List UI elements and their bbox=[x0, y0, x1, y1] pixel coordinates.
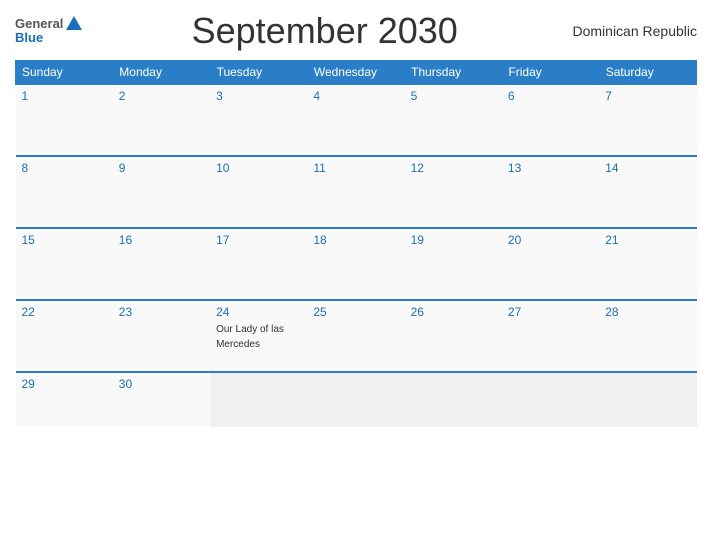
calendar-day-cell: 22 bbox=[16, 300, 113, 372]
calendar-day-cell: 3 bbox=[210, 84, 307, 156]
header-friday: Friday bbox=[502, 61, 599, 85]
day-number: 28 bbox=[605, 305, 690, 319]
day-number: 10 bbox=[216, 161, 301, 175]
calendar-day-cell: 20 bbox=[502, 228, 599, 300]
calendar-day-cell: 30 bbox=[113, 372, 210, 427]
calendar-day-cell: 13 bbox=[502, 156, 599, 228]
day-number: 2 bbox=[119, 89, 204, 103]
day-number: 20 bbox=[508, 233, 593, 247]
calendar-day-cell: 14 bbox=[599, 156, 696, 228]
weekday-header-row: Sunday Monday Tuesday Wednesday Thursday… bbox=[16, 61, 697, 85]
calendar-day-cell: 27 bbox=[502, 300, 599, 372]
day-number: 21 bbox=[605, 233, 690, 247]
calendar-day-cell: 18 bbox=[307, 228, 404, 300]
day-number: 24 bbox=[216, 305, 301, 319]
day-number: 6 bbox=[508, 89, 593, 103]
calendar-day-cell: 6 bbox=[502, 84, 599, 156]
calendar-day-cell: 16 bbox=[113, 228, 210, 300]
calendar-day-cell: 23 bbox=[113, 300, 210, 372]
calendar-day-cell: 9 bbox=[113, 156, 210, 228]
day-number: 22 bbox=[22, 305, 107, 319]
day-number: 29 bbox=[22, 377, 107, 391]
header-saturday: Saturday bbox=[599, 61, 696, 85]
day-number: 8 bbox=[22, 161, 107, 175]
day-number: 15 bbox=[22, 233, 107, 247]
day-number: 9 bbox=[119, 161, 204, 175]
calendar-container: General Blue September 2030 Dominican Re… bbox=[0, 0, 712, 550]
day-number: 5 bbox=[411, 89, 496, 103]
calendar-day-cell: 28 bbox=[599, 300, 696, 372]
logo-triangle-icon bbox=[66, 16, 82, 30]
calendar-day-cell: 29 bbox=[16, 372, 113, 427]
header-tuesday: Tuesday bbox=[210, 61, 307, 85]
calendar-day-cell bbox=[599, 372, 696, 427]
calendar-title: September 2030 bbox=[82, 10, 567, 52]
calendar-day-cell: 5 bbox=[405, 84, 502, 156]
calendar-day-cell: 17 bbox=[210, 228, 307, 300]
header-wednesday: Wednesday bbox=[307, 61, 404, 85]
logo: General Blue bbox=[15, 16, 82, 45]
calendar-day-cell bbox=[502, 372, 599, 427]
week-row-4: 22 23 24 Our Lady of las Mercedes 25 26 27 28 bbox=[16, 300, 697, 372]
calendar-day-cell: 26 bbox=[405, 300, 502, 372]
logo-general-text: General bbox=[15, 17, 63, 31]
calendar-day-cell: 7 bbox=[599, 84, 696, 156]
calendar-day-cell: 12 bbox=[405, 156, 502, 228]
calendar-day-cell: 25 bbox=[307, 300, 404, 372]
calendar-header: General Blue September 2030 Dominican Re… bbox=[15, 10, 697, 52]
calendar-day-cell: 10 bbox=[210, 156, 307, 228]
day-number: 18 bbox=[313, 233, 398, 247]
day-number: 7 bbox=[605, 89, 690, 103]
header-thursday: Thursday bbox=[405, 61, 502, 85]
day-number: 27 bbox=[508, 305, 593, 319]
day-number: 17 bbox=[216, 233, 301, 247]
calendar-day-cell: 11 bbox=[307, 156, 404, 228]
calendar-day-cell: 4 bbox=[307, 84, 404, 156]
country-name: Dominican Republic bbox=[567, 23, 697, 39]
day-number: 3 bbox=[216, 89, 301, 103]
day-number: 16 bbox=[119, 233, 204, 247]
calendar-day-cell: 24 Our Lady of las Mercedes bbox=[210, 300, 307, 372]
day-number: 13 bbox=[508, 161, 593, 175]
logo-blue-text: Blue bbox=[15, 31, 43, 45]
day-number: 19 bbox=[411, 233, 496, 247]
calendar-day-cell bbox=[210, 372, 307, 427]
day-number: 26 bbox=[411, 305, 496, 319]
week-row-2: 89 10 11 12 13 14 bbox=[16, 156, 697, 228]
calendar-day-cell: 8 bbox=[16, 156, 113, 228]
calendar-day-cell: 1 bbox=[16, 84, 113, 156]
header-sunday: Sunday bbox=[16, 61, 113, 85]
day-number: 30 bbox=[119, 377, 204, 391]
day-event: Our Lady of las Mercedes bbox=[216, 324, 284, 350]
calendar-day-cell: 19 bbox=[405, 228, 502, 300]
week-row-5: 29 30 bbox=[16, 372, 697, 427]
calendar-day-cell bbox=[405, 372, 502, 427]
day-number: 14 bbox=[605, 161, 690, 175]
day-number: 4 bbox=[313, 89, 398, 103]
calendar-grid: Sunday Monday Tuesday Wednesday Thursday… bbox=[15, 60, 697, 427]
week-row-3: 15 16 17 18 19 20 21 bbox=[16, 228, 697, 300]
day-number: 12 bbox=[411, 161, 496, 175]
calendar-day-cell: 21 bbox=[599, 228, 696, 300]
header-monday: Monday bbox=[113, 61, 210, 85]
day-number: 1 bbox=[22, 89, 107, 103]
calendar-day-cell: 2 bbox=[113, 84, 210, 156]
calendar-day-cell bbox=[307, 372, 404, 427]
day-number: 25 bbox=[313, 305, 398, 319]
day-number: 11 bbox=[313, 161, 398, 175]
week-row-1: 1234567 bbox=[16, 84, 697, 156]
day-number: 23 bbox=[119, 305, 204, 319]
calendar-day-cell: 15 bbox=[16, 228, 113, 300]
